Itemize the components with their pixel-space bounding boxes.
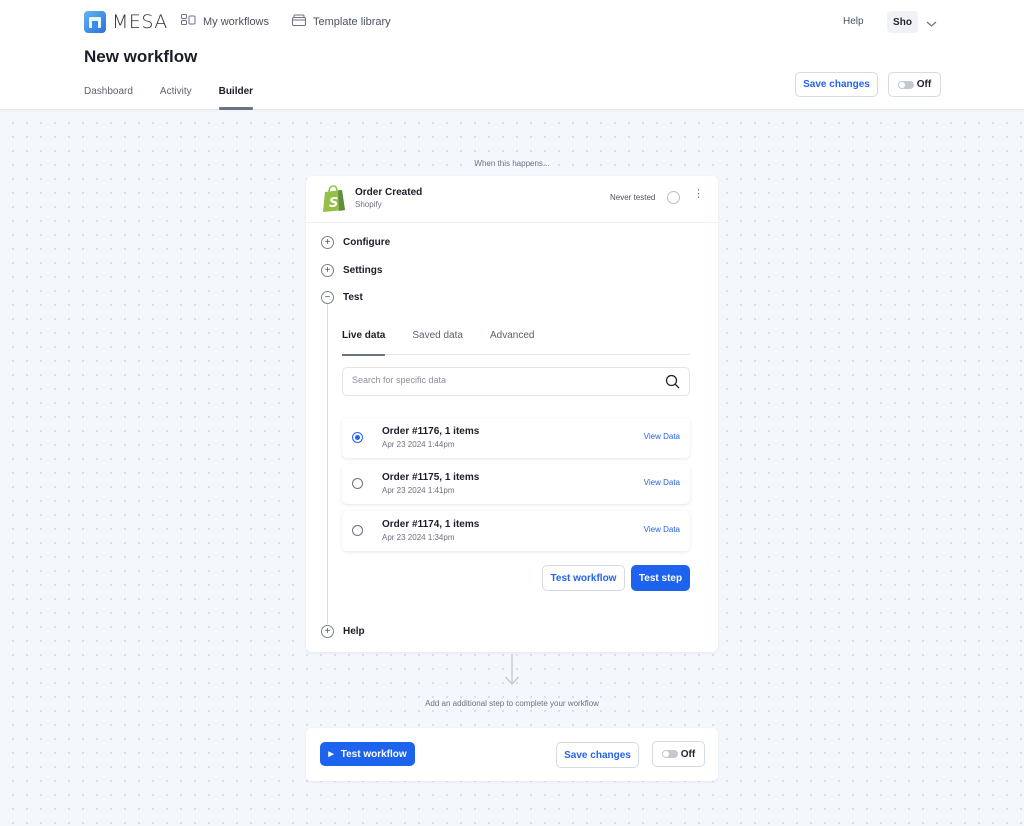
search-input[interactable] <box>352 375 652 385</box>
section-settings[interactable]: + Settings <box>321 264 382 277</box>
help-link[interactable]: Help <box>843 16 864 27</box>
order-timestamp: Apr 23 2024 1:41pm <box>382 486 455 495</box>
nav-my-workflows-label: My workflows <box>203 15 270 28</box>
save-changes-button[interactable]: Save changes <box>795 72 878 97</box>
section-configure-label: Configure <box>343 237 391 248</box>
test-status-icon <box>667 191 680 204</box>
play-icon: ▶ <box>328 751 334 758</box>
svg-text:S: S <box>329 196 338 211</box>
section-configure[interactable]: + Configure <box>321 236 390 249</box>
test-step-button[interactable]: Test step <box>631 565 690 591</box>
order-radio[interactable] <box>352 525 363 536</box>
order-radio[interactable] <box>352 432 363 443</box>
search-icon[interactable] <box>665 374 680 394</box>
toggle-label: Off <box>916 79 932 90</box>
nav-template-library-label: Template library <box>313 15 391 28</box>
tab-dashboard[interactable]: Dashboard <box>84 86 133 110</box>
plus-circle-icon: + <box>321 236 334 249</box>
section-help[interactable]: + Help <box>321 625 365 638</box>
view-data-link[interactable]: View Data <box>644 525 680 534</box>
tab-saved-data[interactable]: Saved data <box>412 330 463 355</box>
mesa-logo-icon <box>84 11 106 33</box>
page-title: New workflow <box>84 47 198 66</box>
view-data-link[interactable]: View Data <box>644 478 680 487</box>
section-test-label: Test <box>343 292 363 303</box>
order-list-item[interactable]: Order #1175, 1 items Apr 23 2024 1:41pm … <box>342 464 690 504</box>
add-step-hint: Add an additional step to complete your … <box>425 699 599 708</box>
top-header: MESA My workflows Template library Help … <box>0 0 1024 110</box>
nav-my-workflows[interactable]: My workflows <box>181 14 269 29</box>
test-data-tabs: Live data Saved data Advanced <box>342 330 690 356</box>
page-tabs: Dashboard Activity Builder <box>84 86 280 110</box>
minus-circle-icon: − <box>321 291 334 304</box>
more-options-icon[interactable]: ⋮ <box>693 189 704 200</box>
order-title: Order #1176, 1 items <box>382 426 480 437</box>
trigger-title: Order Created <box>355 187 423 198</box>
toggle-switch-icon <box>661 750 678 758</box>
footer-test-workflow-button[interactable]: ▶ Test workflow <box>320 742 415 766</box>
section-settings-label: Settings <box>343 265 383 276</box>
section-connector-line <box>327 304 328 624</box>
order-list-item[interactable]: Order #1176, 1 items Apr 23 2024 1:44pm … <box>342 418 690 458</box>
nav-template-library[interactable]: Template library <box>292 14 391 29</box>
footer-toggle-label: Off <box>680 748 696 760</box>
order-radio[interactable] <box>352 478 363 489</box>
footer-workflow-toggle[interactable]: Off <box>652 741 705 767</box>
tab-activity[interactable]: Activity <box>160 86 192 110</box>
shopify-icon: S <box>321 185 347 218</box>
order-title: Order #1175, 1 items <box>382 472 480 483</box>
plus-circle-icon: + <box>321 625 334 638</box>
chevron-down-icon[interactable] <box>926 15 937 33</box>
workflow-toggle[interactable]: Off <box>888 72 941 97</box>
tab-live-data[interactable]: Live data <box>342 330 386 356</box>
brand-name: MESA <box>112 11 168 33</box>
tab-builder[interactable]: Builder <box>218 86 254 110</box>
plus-circle-icon: + <box>321 264 334 277</box>
search-data-field <box>342 367 690 396</box>
toggle-switch-icon <box>897 80 914 89</box>
test-status-label: Never tested <box>610 193 656 202</box>
mesa-logo[interactable]: MESA <box>84 11 168 33</box>
template-library-icon <box>292 14 306 29</box>
footer-save-changes-button[interactable]: Save changes <box>556 742 639 768</box>
order-timestamp: Apr 23 2024 1:34pm <box>382 533 455 542</box>
test-workflow-button[interactable]: Test workflow <box>542 565 625 591</box>
user-menu-button[interactable]: Sho <box>887 11 918 33</box>
arrow-down-icon <box>504 654 520 691</box>
section-test[interactable]: − Test <box>321 291 363 304</box>
order-timestamp: Apr 23 2024 1:44pm <box>382 440 455 449</box>
trigger-step-card: S Order Created Shopify Never tested ⋮ +… <box>306 176 718 652</box>
trigger-intro-label: When this happens... <box>474 159 550 168</box>
order-list-item[interactable]: Order #1174, 1 items Apr 23 2024 1:34pm … <box>342 511 690 551</box>
footer-test-workflow-label: Test workflow <box>340 748 407 760</box>
builder-footer-bar: ▶ Test workflow Save changes Off <box>306 728 718 781</box>
tab-advanced[interactable]: Advanced <box>490 330 534 355</box>
section-help-label: Help <box>343 626 365 637</box>
order-title: Order #1174, 1 items <box>382 519 480 530</box>
view-data-link[interactable]: View Data <box>644 432 680 441</box>
trigger-app-name: Shopify <box>355 200 382 209</box>
workflows-icon <box>181 14 196 29</box>
trigger-step-header[interactable]: S Order Created Shopify Never tested ⋮ <box>306 176 718 223</box>
